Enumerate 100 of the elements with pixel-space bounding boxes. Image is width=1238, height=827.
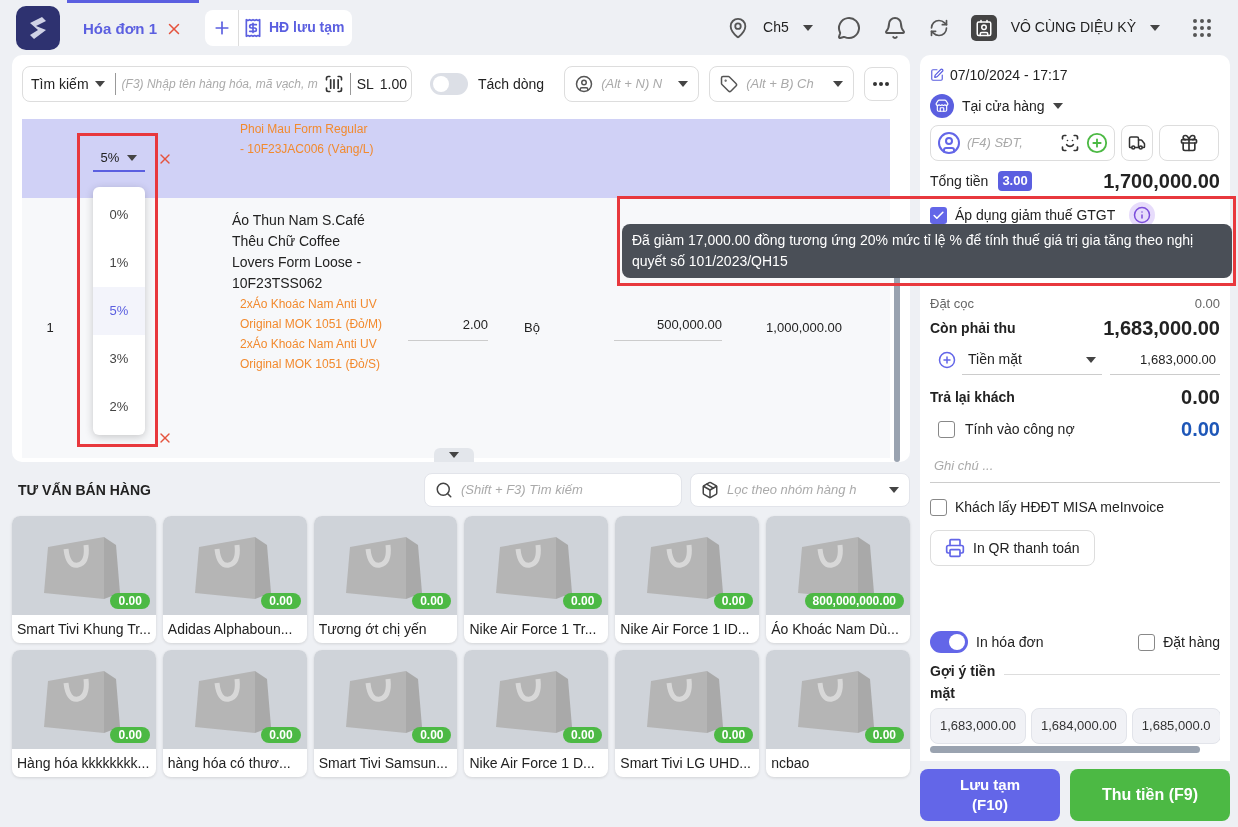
- receipt-icon: [243, 17, 263, 38]
- total-label: Tổng tiền: [930, 171, 989, 191]
- vat-option[interactable]: 1%: [93, 239, 145, 287]
- debt-label: Tính vào công nợ: [965, 419, 1075, 439]
- product-name: ncbao: [770, 753, 811, 773]
- product-name: Áo Khoác Nam Dù...: [770, 619, 900, 639]
- truck-icon: [1128, 134, 1146, 152]
- invoice-datetime: 07/10/2024 - 17:17: [950, 65, 1068, 85]
- price-badge: 0.00: [864, 727, 904, 743]
- product-search-field[interactable]: Tìm kiếm (F3) Nhập tên hàng hóa, mã vạch, m SL 1.00: [22, 66, 412, 102]
- deposit-amount[interactable]: 0.00: [1194, 294, 1220, 314]
- change-amount: 0.00: [1181, 385, 1220, 410]
- app-logo[interactable]: [16, 5, 60, 50]
- payment-amount-field[interactable]: 1,683,000.00: [1110, 345, 1220, 375]
- product-card[interactable]: 0.00 Tương ớt chị yến: [313, 516, 458, 643]
- quantity-badge: 3.00: [998, 171, 1032, 191]
- order-checkbox[interactable]: [1138, 633, 1156, 651]
- add-customer-icon[interactable]: [1086, 132, 1108, 154]
- printer-icon: [945, 538, 965, 558]
- save-draft-button[interactable]: Lưu tạm (F10): [920, 769, 1060, 821]
- debt-amount: 0.00: [1181, 417, 1220, 442]
- product-card[interactable]: 0.00 ncbao: [766, 650, 910, 777]
- payment-method-select[interactable]: Tiền mặt: [962, 345, 1102, 375]
- chat-icon[interactable]: [836, 15, 861, 40]
- product-card[interactable]: 0.00 hàng hóa có thươ...: [162, 650, 307, 777]
- product-card[interactable]: 0.00 Smart Tivi LG UHD...: [615, 650, 760, 777]
- amount-due-label: Còn phải thu: [930, 318, 1016, 338]
- box-icon: [701, 481, 719, 499]
- expand-caret-icon: [449, 452, 459, 458]
- order-label: Đặt hàng: [1163, 632, 1220, 652]
- component-item: Phoi Mau Form Regular: [239, 121, 369, 138]
- gift-button[interactable]: [1159, 125, 1219, 161]
- vat-discount-label: Áp dụng giảm thuế GTGT: [955, 205, 1116, 225]
- sales-channel[interactable]: Tại cửa hàng: [962, 95, 1045, 117]
- delivery-button[interactable]: [1121, 125, 1153, 161]
- expand-tab[interactable]: [434, 448, 474, 462]
- vat-option[interactable]: 3%: [93, 335, 145, 383]
- caret-icon: [802, 24, 813, 31]
- price-field[interactable]: 500,000.00: [614, 314, 722, 342]
- debt-checkbox[interactable]: [938, 420, 955, 438]
- barcode-scan-icon[interactable]: [323, 74, 344, 94]
- line-total: 1,000,000.00: [766, 319, 842, 338]
- price-badge: 800,000,000.00: [804, 593, 904, 609]
- print-qr-button[interactable]: In QR thanh toán: [930, 530, 1095, 566]
- add-payment-icon[interactable]: [938, 351, 956, 369]
- print-invoice-toggle[interactable]: [930, 631, 968, 653]
- more-button[interactable]: [864, 67, 899, 101]
- component-item: - 10F23JAC006 (Vàng/L): [239, 141, 375, 158]
- product-card[interactable]: 0.00 Adidas Alphaboun...: [162, 516, 307, 643]
- shop-icon: [935, 99, 949, 113]
- scan-icon[interactable]: [1060, 133, 1080, 153]
- cash-suggestion-chip[interactable]: 1,685,000.0: [1131, 708, 1220, 744]
- refresh-icon[interactable]: [928, 17, 949, 38]
- notification-icon[interactable]: [882, 15, 907, 40]
- einvoice-label: Khách lấy HĐĐT MISA meInvoice: [955, 498, 1165, 517]
- product-card[interactable]: 0.00 Nike Air Force 1 D...: [464, 650, 609, 777]
- edit-icon[interactable]: [930, 68, 944, 82]
- split-line-toggle[interactable]: [430, 73, 468, 95]
- split-line-label: Tách dòng: [478, 74, 545, 94]
- branch-name[interactable]: Ch5: [763, 17, 789, 38]
- einvoice-checkbox[interactable]: [930, 499, 947, 516]
- gift-icon: [1179, 133, 1199, 153]
- product-name: Smart Tivi Samsun...: [317, 753, 449, 773]
- price-badge: 0.00: [562, 593, 603, 609]
- product-name: Adidas Alphaboun...: [166, 619, 294, 639]
- vat-discount-checkbox[interactable]: [930, 206, 947, 224]
- vat-option[interactable]: 5%: [93, 287, 145, 335]
- product-card[interactable]: 0.00 Hàng hóa kkkkkkkk...: [12, 650, 156, 777]
- price-badge: 0.00: [261, 593, 301, 609]
- product-name: Nike Air Force 1 ID...: [619, 619, 751, 639]
- product-card[interactable]: 0.00 Nike Air Force 1 ID...: [615, 516, 760, 643]
- quantity-value[interactable]: 1.00: [379, 73, 408, 95]
- product-card[interactable]: 800,000,000.00 Áo Khoác Nam Dù...: [766, 516, 910, 643]
- quantity-field[interactable]: 2.00: [408, 314, 488, 342]
- search-icon: [435, 481, 453, 499]
- caret-icon: [889, 487, 899, 493]
- product-card[interactable]: 0.00 Smart Tivi Samsun...: [313, 650, 458, 777]
- price-badge: 0.00: [713, 727, 754, 743]
- price-badge: 0.00: [261, 727, 301, 743]
- horizontal-scrollbar[interactable]: [930, 746, 1200, 753]
- amount-due: 1,683,000.00: [1103, 316, 1220, 341]
- cash-suggestion-chip[interactable]: 1,683,000.00: [930, 708, 1026, 744]
- deposit-label: Đặt cọc: [930, 295, 975, 314]
- vat-option[interactable]: 2%: [93, 383, 145, 431]
- tag-icon: [720, 75, 739, 93]
- user-name[interactable]: VÔ CÙNG DIỆU KỲ: [1010, 17, 1136, 38]
- product-card[interactable]: 0.00 Smart Tivi Khung Tr...: [12, 516, 156, 643]
- unit-text: Bộ: [524, 319, 540, 338]
- price-badge: 0.00: [412, 593, 452, 609]
- product-name: Nike Air Force 1 Tr...: [468, 619, 598, 639]
- caret-icon: [127, 154, 138, 161]
- caret-icon: [1052, 103, 1063, 109]
- price-badge: 0.00: [713, 593, 754, 609]
- price-badge: 0.00: [562, 727, 603, 743]
- caret-icon: [833, 81, 844, 87]
- cash-suggestion-chip[interactable]: 1,684,000.00: [1030, 708, 1127, 744]
- product-card[interactable]: 0.00 Nike Air Force 1 Tr...: [464, 516, 609, 643]
- vat-select[interactable]: 5%: [93, 145, 145, 172]
- person-icon: [575, 75, 594, 93]
- print-invoice-label: In hóa đơn: [976, 632, 1044, 652]
